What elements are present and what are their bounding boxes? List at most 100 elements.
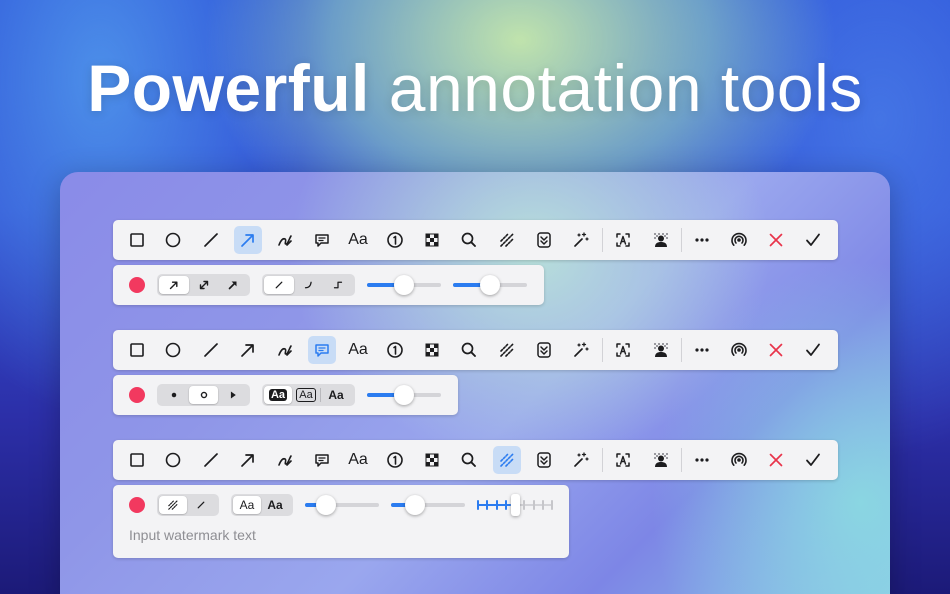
tool-background-remove-button[interactable] bbox=[647, 336, 675, 364]
font-size-slider[interactable] bbox=[367, 384, 441, 406]
tool-check-button[interactable] bbox=[799, 336, 827, 364]
tool-airdrop-button[interactable] bbox=[725, 446, 753, 474]
tool-ellipse-button[interactable] bbox=[159, 226, 187, 254]
slash-icon[interactable] bbox=[187, 496, 215, 514]
color-picker-button[interactable] bbox=[129, 277, 145, 293]
tool-airdrop-button[interactable] bbox=[725, 226, 753, 254]
slider-knob[interactable] bbox=[315, 495, 336, 515]
tool-counter-button[interactable] bbox=[381, 336, 409, 364]
tool-arrow-button[interactable] bbox=[234, 226, 262, 254]
highlight-icon bbox=[537, 342, 551, 358]
tool-ocr-button[interactable] bbox=[609, 446, 637, 474]
tool-close-button[interactable] bbox=[762, 226, 790, 254]
tool-pen-button[interactable] bbox=[271, 446, 299, 474]
text-style-bold[interactable]: Aa bbox=[261, 496, 289, 514]
tool-counter-button[interactable] bbox=[381, 446, 409, 474]
tool-text-button[interactable]: Aa bbox=[344, 446, 372, 474]
slider-knob[interactable] bbox=[394, 385, 414, 405]
tool-magnifier-button[interactable] bbox=[455, 336, 483, 364]
tool-airdrop-button[interactable] bbox=[725, 336, 753, 364]
tool-magic-wand-button[interactable] bbox=[567, 446, 595, 474]
rectangle-icon bbox=[130, 233, 144, 247]
elbow-line-icon[interactable] bbox=[323, 276, 353, 294]
tool-highlight-button[interactable] bbox=[530, 226, 558, 254]
tool-pen-button[interactable] bbox=[271, 226, 299, 254]
tool-magnifier-button[interactable] bbox=[455, 446, 483, 474]
annotation-toolbar-2: Aa bbox=[113, 330, 838, 370]
tool-text-button[interactable]: Aa bbox=[344, 226, 372, 254]
color-picker-button[interactable] bbox=[129, 387, 145, 403]
tool-arrow-button[interactable] bbox=[234, 336, 262, 364]
tool-more-button[interactable] bbox=[688, 336, 716, 364]
slider-knob[interactable] bbox=[394, 275, 414, 295]
tool-close-button[interactable] bbox=[762, 336, 790, 364]
tool-watermark-button[interactable] bbox=[493, 446, 521, 474]
text-style-outlined[interactable]: Aa bbox=[292, 386, 320, 404]
hatch-icon[interactable] bbox=[159, 496, 187, 514]
tool-background-remove-button[interactable] bbox=[647, 446, 675, 474]
tool-check-button[interactable] bbox=[799, 226, 827, 254]
stroke-width-slider[interactable] bbox=[367, 274, 441, 296]
tool-ellipse-button[interactable] bbox=[159, 446, 187, 474]
speech-bubble-icon bbox=[315, 454, 329, 467]
tool-more-button[interactable] bbox=[688, 226, 716, 254]
triangle-icon[interactable] bbox=[218, 386, 248, 404]
watermark-opacity-slider[interactable] bbox=[391, 494, 465, 516]
text-style-plain[interactable]: Aa bbox=[321, 386, 351, 404]
tool-ellipse-button[interactable] bbox=[159, 336, 187, 364]
watermark-size-slider[interactable] bbox=[305, 494, 379, 516]
tool-magic-wand-button[interactable] bbox=[567, 336, 595, 364]
tool-rectangle-button[interactable] bbox=[123, 446, 151, 474]
tool-highlight-button[interactable] bbox=[530, 446, 558, 474]
tool-speech-bubble-button[interactable] bbox=[308, 336, 336, 364]
tool-more-button[interactable] bbox=[688, 446, 716, 474]
slider-knob[interactable] bbox=[404, 495, 425, 515]
tool-rectangle-button[interactable] bbox=[123, 336, 151, 364]
watermark-density-slider[interactable] bbox=[477, 494, 553, 516]
tool-pixelate-button[interactable] bbox=[418, 226, 446, 254]
tool-magic-wand-button[interactable] bbox=[567, 226, 595, 254]
slider-tick bbox=[551, 500, 553, 510]
tool-close-button[interactable] bbox=[762, 446, 790, 474]
text-style-filled[interactable]: Aa bbox=[264, 386, 292, 404]
color-picker-button[interactable] bbox=[129, 497, 145, 513]
slider-knob[interactable] bbox=[480, 275, 500, 295]
tool-highlight-button[interactable] bbox=[530, 336, 558, 364]
more-icon bbox=[695, 348, 709, 352]
text-icon: Aa bbox=[348, 231, 368, 248]
tool-check-button[interactable] bbox=[799, 446, 827, 474]
ring-icon[interactable] bbox=[188, 386, 219, 404]
tool-background-remove-button[interactable] bbox=[647, 226, 675, 254]
tool-magnifier-button[interactable] bbox=[455, 226, 483, 254]
tool-pixelate-button[interactable] bbox=[418, 336, 446, 364]
watermark-icon bbox=[500, 233, 514, 247]
tool-watermark-button[interactable] bbox=[493, 336, 521, 364]
curved-line-icon[interactable] bbox=[294, 276, 324, 294]
tool-counter-button[interactable] bbox=[381, 226, 409, 254]
tool-pixelate-button[interactable] bbox=[418, 446, 446, 474]
filled-arrow-icon[interactable] bbox=[218, 276, 248, 294]
double-arrow-icon[interactable] bbox=[189, 276, 219, 294]
slider-knob[interactable] bbox=[510, 494, 520, 516]
tool-watermark-button[interactable] bbox=[493, 226, 521, 254]
tool-pen-button[interactable] bbox=[271, 336, 299, 364]
tool-ocr-button[interactable] bbox=[609, 336, 637, 364]
single-arrow-icon[interactable] bbox=[159, 276, 189, 294]
annotation-toolbar-1: Aa bbox=[113, 220, 838, 260]
tool-ocr-button[interactable] bbox=[609, 226, 637, 254]
straight-line-icon[interactable] bbox=[264, 276, 294, 294]
text-style-regular[interactable]: Aa bbox=[233, 496, 261, 514]
dot-icon[interactable] bbox=[159, 386, 189, 404]
tool-arrow-button[interactable] bbox=[234, 446, 262, 474]
arrow-icon bbox=[241, 344, 254, 357]
tool-line-button[interactable] bbox=[197, 446, 225, 474]
tool-speech-bubble-button[interactable] bbox=[308, 446, 336, 474]
tool-text-button[interactable]: Aa bbox=[344, 336, 372, 364]
watermark-text-input[interactable]: Input watermark text bbox=[129, 527, 256, 543]
opacity-slider[interactable] bbox=[453, 274, 527, 296]
tool-speech-bubble-button[interactable] bbox=[308, 226, 336, 254]
tool-rectangle-button[interactable] bbox=[123, 226, 151, 254]
tool-line-button[interactable] bbox=[197, 226, 225, 254]
slider-tick bbox=[495, 500, 498, 510]
tool-line-button[interactable] bbox=[197, 336, 225, 364]
